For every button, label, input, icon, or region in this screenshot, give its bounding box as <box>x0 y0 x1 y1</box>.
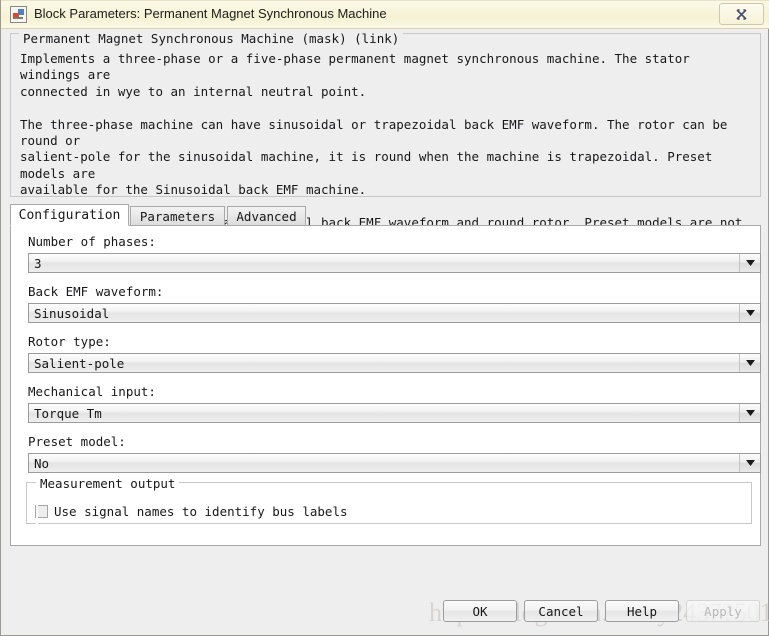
tab-advanced-label: Advanced <box>236 208 297 224</box>
help-button[interactable]: Help <box>605 600 679 622</box>
combo-number-of-phases-value: 3 <box>34 255 42 271</box>
combo-number-of-phases[interactable]: 3 <box>28 253 761 273</box>
combo-preset-model[interactable]: No <box>28 453 761 473</box>
simulink-block-icon <box>10 6 27 23</box>
tab-strip: Configuration Parameters Advanced <box>10 204 761 226</box>
label-mechanical-input: Mechanical input: <box>28 384 156 399</box>
combo-rotor-type-value: Salient-pole <box>34 355 125 371</box>
close-icon <box>736 8 747 20</box>
close-button[interactable] <box>719 3 764 25</box>
block-parameters-dialog: Block Parameters: Permanent Magnet Synch… <box>0 0 769 636</box>
chevron-down-icon[interactable] <box>739 354 760 372</box>
dialog-button-bar: OK Cancel Help Apply <box>1 596 769 636</box>
cancel-button[interactable]: Cancel <box>524 600 598 622</box>
combo-mechanical-input[interactable]: Torque Tm <box>28 403 761 423</box>
help-button-label: Help <box>626 603 658 619</box>
ok-button-label: OK <box>472 603 488 619</box>
combo-preset-model-value: No <box>34 455 50 471</box>
apply-button-label: Apply <box>704 603 742 619</box>
chevron-down-icon[interactable] <box>739 454 760 472</box>
title-bar: Block Parameters: Permanent Magnet Synch… <box>1 0 769 29</box>
ok-button[interactable]: OK <box>443 600 517 622</box>
combo-back-emf-waveform[interactable]: Sinusoidal <box>28 303 761 323</box>
label-rotor-type: Rotor type: <box>28 334 111 349</box>
tab-configuration[interactable]: Configuration <box>10 204 129 226</box>
chevron-down-icon[interactable] <box>739 304 760 322</box>
tab-parameters-label: Parameters <box>139 208 216 224</box>
chevron-down-icon[interactable] <box>739 404 760 422</box>
configuration-tab-panel: Number of phases: 3 Back EMF waveform: S… <box>10 225 761 546</box>
combo-rotor-type[interactable]: Salient-pole <box>28 353 761 373</box>
label-preset-model: Preset model: <box>28 434 126 449</box>
measurement-output-legend: Measurement output <box>36 476 180 491</box>
chevron-down-icon[interactable] <box>739 254 760 272</box>
window-title: Block Parameters: Permanent Magnet Synch… <box>34 6 387 21</box>
label-number-of-phases: Number of phases: <box>28 234 156 249</box>
use-signal-names-checkbox[interactable] <box>35 505 48 526</box>
use-signal-names-label: Use signal names to identify bus labels <box>54 504 348 519</box>
tab-configuration-label: Configuration <box>18 207 121 223</box>
combo-back-emf-waveform-value: Sinusoidal <box>34 305 110 321</box>
apply-button[interactable]: Apply <box>686 600 760 622</box>
tab-parameters[interactable]: Parameters <box>130 206 225 226</box>
use-signal-names-checkbox-row[interactable]: Use signal names to identify bus labels <box>35 504 348 526</box>
combo-mechanical-input-value: Torque Tm <box>34 405 102 421</box>
description-legend: Permanent Magnet Synchronous Machine (ma… <box>19 32 404 46</box>
cancel-button-label: Cancel <box>538 603 584 619</box>
tab-advanced[interactable]: Advanced <box>227 206 306 226</box>
label-back-emf-waveform: Back EMF waveform: <box>28 284 164 299</box>
